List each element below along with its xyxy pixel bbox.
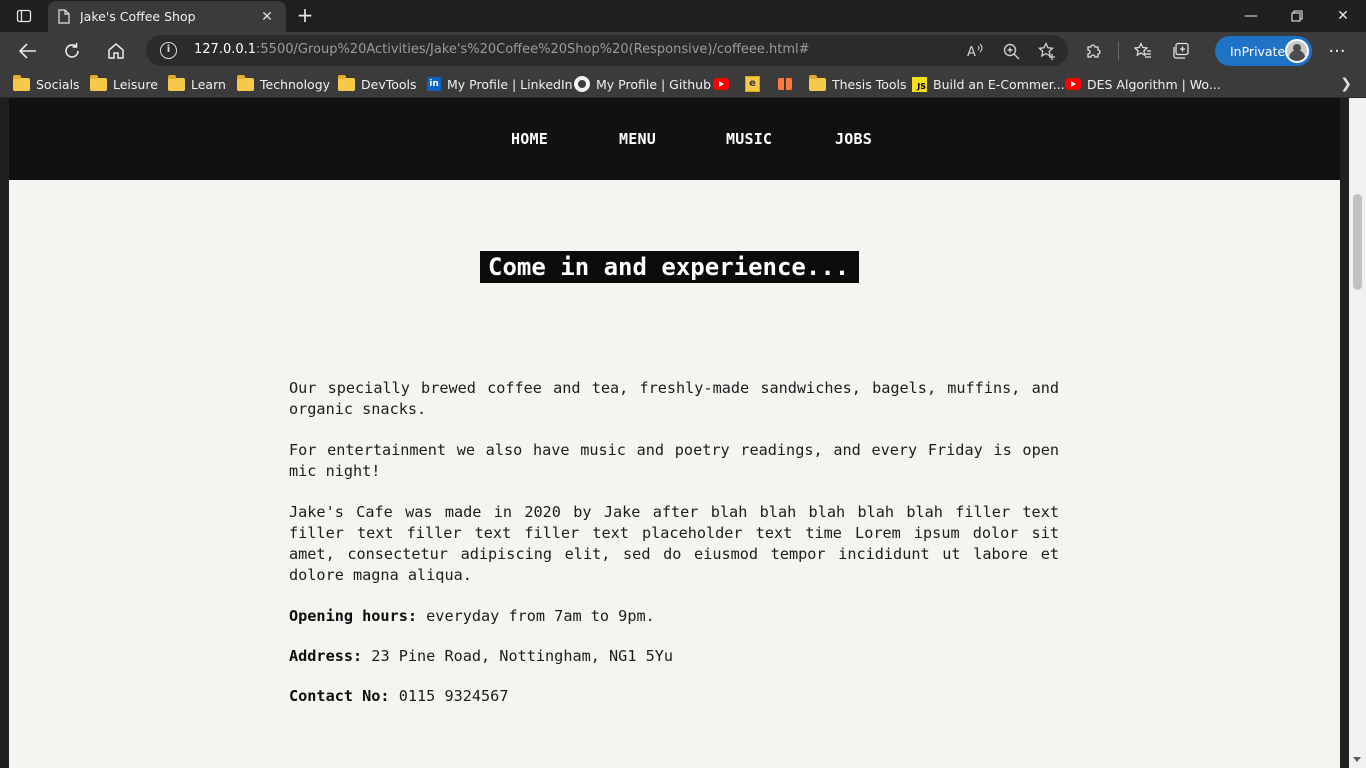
opening-hours-value: everyday from 7am to 9pm. — [417, 607, 655, 625]
bookmark-technology[interactable]: Technology — [237, 74, 330, 94]
close-window-icon[interactable]: ✕ — [1320, 0, 1366, 32]
inprivate-label: InPrivate — [1230, 43, 1286, 59]
bookmark-socials[interactable]: Socials — [13, 74, 80, 94]
bookmark-ecommerce[interactable]: JS Build an E-Commer... — [912, 74, 1065, 94]
browser-titlebar: Jake's Coffee Shop ✕ + — ✕ — [0, 0, 1366, 32]
tab-title: Jake's Coffee Shop — [80, 9, 196, 24]
scrollbar-thumb[interactable] — [1353, 194, 1362, 290]
folder-icon — [809, 74, 826, 91]
contact-number: Contact No: 0115 9324567 — [289, 686, 1059, 707]
inprivate-profile-button[interactable]: InPrivate — [1215, 36, 1312, 66]
bookmark-label: Socials — [36, 76, 80, 92]
opening-hours: Opening hours: everyday from 7am to 9pm. — [289, 606, 1059, 627]
nav-home-link[interactable]: HOME — [511, 130, 548, 148]
nav-jobs-link[interactable]: JOBS — [835, 130, 872, 148]
folder-icon — [168, 74, 185, 91]
entertainment-paragraph: For entertainment we also have music and… — [289, 441, 1059, 480]
add-favorite-icon[interactable] — [1036, 40, 1058, 62]
bookmark-label: Thesis Tools — [832, 76, 907, 92]
main-content: Our specially brewed coffee and tea, fre… — [289, 378, 1059, 726]
back-icon[interactable] — [13, 36, 43, 66]
zoom-icon[interactable] — [1000, 40, 1022, 62]
contact-value: 0115 9324567 — [389, 687, 509, 705]
favorites-icon[interactable] — [1129, 36, 1157, 66]
scroll-down-arrow-icon[interactable] — [1353, 757, 1361, 762]
tab-actions-icon[interactable] — [8, 4, 40, 28]
minimize-icon[interactable]: — — [1228, 0, 1274, 32]
bookmark-youtube[interactable] — [713, 74, 729, 94]
bookmark-gift[interactable] — [778, 74, 792, 94]
chevron-right-icon[interactable]: ❯ — [1340, 76, 1352, 92]
browser-tab[interactable]: Jake's Coffee Shop ✕ — [48, 1, 286, 32]
page-headline: Come in and experience... — [480, 251, 860, 283]
js-icon: JS — [912, 76, 927, 92]
bookmark-label: Learn — [191, 76, 226, 92]
contact-label: Contact No: — [289, 687, 390, 705]
url-path: :5500/Group%20Activities/Jake's%20Coffee… — [256, 42, 810, 57]
read-aloud-icon[interactable]: A — [964, 40, 986, 62]
address: Address: 23 Pine Road, Nottingham, NG1 5… — [289, 646, 1059, 667]
folder-icon — [338, 74, 355, 91]
bookmark-des-algorithm[interactable]: DES Algorithm | Wo... — [1065, 74, 1221, 94]
site-info-icon[interactable]: i — [160, 42, 177, 59]
page-icon — [58, 9, 70, 24]
close-tab-icon[interactable]: ✕ — [258, 9, 276, 25]
site-nav: HOME MENU MUSIC JOBS — [9, 98, 1340, 180]
nav-menu-link[interactable]: MENU — [619, 130, 656, 148]
avatar — [1285, 39, 1309, 63]
toolbar-separator — [1118, 42, 1119, 60]
bookmark-learn[interactable]: Learn — [168, 74, 226, 94]
svg-text:A: A — [967, 45, 976, 59]
folder-icon — [237, 74, 254, 91]
home-icon[interactable] — [101, 36, 131, 66]
bookmark-label: Technology — [260, 76, 331, 92]
bookmark-label: DevTools — [361, 76, 417, 92]
page-viewport: HOME MENU MUSIC JOBS Come in and experie… — [0, 98, 1366, 768]
collections-icon[interactable] — [1167, 36, 1195, 66]
bookmark-label: My Profile | LinkedIn — [447, 76, 573, 92]
linkedin-icon: in — [427, 77, 441, 91]
address-label: Address: — [289, 647, 363, 665]
folder-icon — [13, 74, 30, 91]
github-icon — [574, 76, 590, 92]
new-tab-icon[interactable]: + — [292, 4, 318, 28]
bookmark-label: Leisure — [113, 76, 158, 92]
more-options-icon[interactable]: ··· — [1322, 36, 1352, 66]
e-icon: e — [745, 76, 760, 92]
bookmark-thesis-tools[interactable]: Thesis Tools — [809, 74, 907, 94]
gift-icon — [778, 78, 792, 90]
address-value: 23 Pine Road, Nottingham, NG1 5Yu — [362, 647, 674, 665]
bookmark-label: DES Algorithm | Wo... — [1087, 76, 1221, 92]
opening-hours-label: Opening hours: — [289, 607, 418, 625]
refresh-icon[interactable] — [57, 36, 87, 66]
extensions-icon[interactable] — [1080, 36, 1108, 66]
browser-toolbar: i 127.0.0.1:5500/Group%20Activities/Jake… — [0, 32, 1366, 70]
bookmarks-bar: Socials Leisure Learn Technology DevTool… — [0, 70, 1366, 98]
bookmark-github[interactable]: My Profile | Github — [574, 74, 711, 94]
address-bar[interactable]: i 127.0.0.1:5500/Group%20Activities/Jake… — [146, 35, 1068, 66]
history-paragraph: Jake's Cafe was made in 2020 by Jake aft… — [289, 503, 1059, 584]
folder-icon — [90, 74, 107, 91]
coffee-shop-page: HOME MENU MUSIC JOBS Come in and experie… — [9, 98, 1340, 768]
url-host: 127.0.0.1 — [194, 42, 257, 57]
page-scrollbar[interactable] — [1349, 98, 1366, 768]
bookmark-label: My Profile | Github — [596, 76, 712, 92]
bookmark-linkedin[interactable]: in My Profile | LinkedIn — [427, 74, 573, 94]
nav-music-link[interactable]: MUSIC — [726, 130, 772, 148]
window-controls: — ✕ — [1228, 0, 1366, 32]
youtube-icon — [1065, 78, 1081, 90]
url-text[interactable]: 127.0.0.1:5500/Group%20Activities/Jake's… — [194, 42, 810, 57]
restore-icon[interactable] — [1274, 0, 1320, 32]
intro-paragraph: Our specially brewed coffee and tea, fre… — [289, 379, 1059, 418]
youtube-icon — [713, 78, 729, 90]
bookmark-label: Build an E-Commer... — [933, 76, 1065, 92]
bookmark-devtools[interactable]: DevTools — [338, 74, 417, 94]
bookmark-e[interactable]: e — [745, 74, 760, 94]
bookmark-leisure[interactable]: Leisure — [90, 74, 158, 94]
